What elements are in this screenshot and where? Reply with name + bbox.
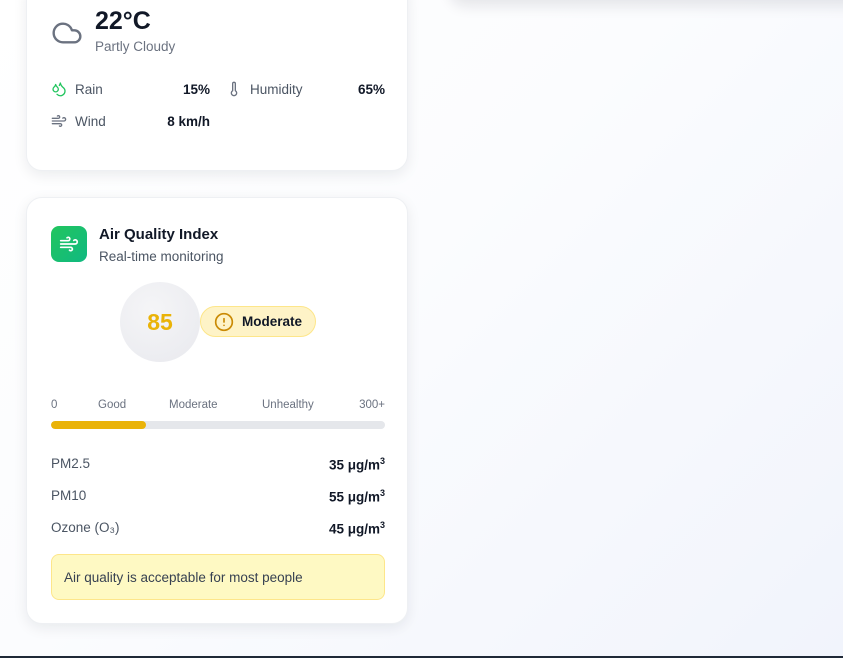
pollutant-row: PM2.5 35 μg/m3 (51, 454, 385, 474)
scale-label: Unhealthy (262, 399, 314, 411)
pollutant-row: PM10 55 μg/m3 (51, 486, 385, 506)
aqi-status-badge: Moderate (200, 306, 317, 337)
air-quality-card: Air Quality Index Real-time monitoring 8… (26, 197, 408, 624)
thermometer-icon (230, 81, 238, 97)
pollutant-name: PM2.5 (51, 456, 91, 471)
stat-rain-label: Rain (75, 81, 103, 97)
aqi-advice: Air quality is acceptable for most peopl… (51, 554, 385, 600)
scale-label: 300+ (359, 399, 385, 411)
aqi-icon-badge (51, 226, 87, 262)
pollutant-value: 35 μg/m3 (328, 456, 385, 473)
aqi-status-label: Moderate (242, 314, 303, 329)
cloud-icon (52, 22, 82, 44)
pollutant-name: Ozone (O₃) (51, 520, 120, 535)
stat-rain: Rain (51, 81, 103, 97)
pollutant-value: 55 μg/m3 (328, 488, 385, 505)
aqi-subtitle: Real-time monitoring (99, 249, 224, 264)
scale-label: Moderate (169, 399, 218, 411)
pollutant-row: Ozone (O₃) 45 μg/m3 (51, 518, 385, 538)
weather-card: 22°C Partly Cloudy Rain 15% Humidity 65%… (26, 0, 408, 171)
stat-wind: Wind (51, 113, 106, 129)
temperature: 22°C (95, 7, 151, 35)
stat-wind-value: 8 km/h (167, 114, 210, 129)
stat-humidity-value: 65% (357, 82, 385, 97)
aqi-value: 85 (120, 282, 200, 362)
droplets-icon (52, 82, 66, 97)
wind-icon (51, 115, 67, 127)
scale-label: Good (98, 399, 127, 411)
stat-humidity: Humidity (226, 81, 303, 97)
stat-humidity-label: Humidity (250, 81, 303, 97)
aqi-title: Air Quality Index (99, 226, 219, 243)
scale-label: 0 (51, 399, 58, 411)
stat-rain-value: 15% (182, 82, 210, 97)
pollutant-name: PM10 (51, 488, 87, 503)
aqi-scale-bar (51, 421, 385, 429)
aqi-scale-fill (51, 421, 146, 429)
weather-header: 22°C Partly Cloudy (51, 7, 175, 54)
pollutant-value: 45 μg/m3 (328, 520, 385, 537)
wind-icon (59, 236, 79, 252)
weather-condition: Partly Cloudy (95, 39, 176, 54)
alert-circle-icon (214, 312, 234, 331)
stat-wind-label: Wind (75, 113, 106, 129)
